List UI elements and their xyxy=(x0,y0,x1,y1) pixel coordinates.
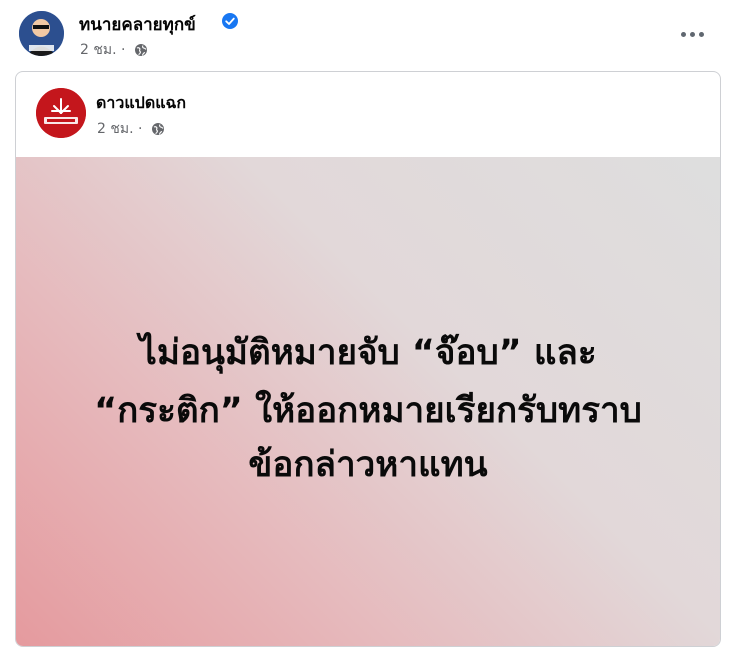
globe-icon xyxy=(151,122,165,140)
post-header: ทนายคลายทุกข์ 2 ชม. · xyxy=(0,0,735,68)
shared-post-header: ดาวแปดแฉก 2 ชม. · xyxy=(16,72,720,157)
author-avatar[interactable] xyxy=(19,11,64,56)
more-options-icon xyxy=(680,31,686,37)
author-name[interactable]: ทนายคลายทุกข์ xyxy=(79,11,196,38)
globe-icon xyxy=(134,43,148,61)
shared-post-meta: 2 ชม. · xyxy=(97,118,165,140)
verified-badge-icon xyxy=(222,13,238,29)
shared-post-time[interactable]: 2 ชม. · xyxy=(97,121,142,137)
post-meta: 2 ชม. · xyxy=(80,39,148,61)
post-time[interactable]: 2 ชม. · xyxy=(80,42,125,58)
page-name[interactable]: ดาวแปดแฉก xyxy=(96,91,186,116)
shared-post-image[interactable]: ไม่อนุมัติหมายจับ “จ๊อบ” และ “กระติก” ให… xyxy=(16,157,720,646)
author-avatar-image xyxy=(19,11,64,56)
more-options-button[interactable] xyxy=(672,16,712,52)
image-text-line-3: ข้อกล่าวหาแทน xyxy=(248,445,488,485)
page-avatar[interactable] xyxy=(36,88,86,138)
image-text-line-2: “กระติก” ให้ออกหมายเรียกรับทราบ xyxy=(94,391,642,431)
shared-post-card[interactable]: ดาวแปดแฉก 2 ชม. · ไม่อนุมัติหมายจับ “จ๊อ… xyxy=(15,71,721,647)
image-text-line-1: ไม่อนุมัติหมายจับ “จ๊อบ” และ xyxy=(139,333,597,373)
page-logo-icon xyxy=(36,88,86,138)
